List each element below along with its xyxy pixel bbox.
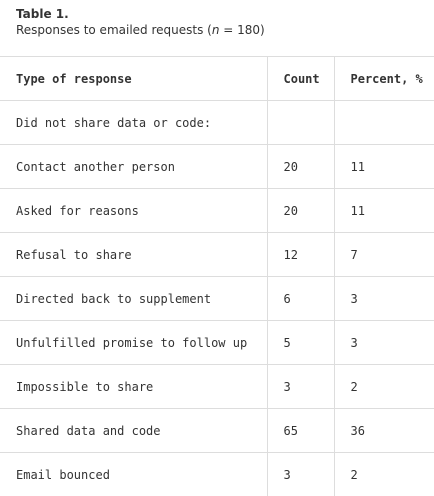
cell-count: 20 [267,145,334,189]
cell-percent [334,101,434,145]
cell-type: Did not share data or code: [0,101,267,145]
table-subtitle: Responses to emailed requests (n = 180) [16,22,265,38]
header-type-of-response: Type of response [0,57,267,101]
cell-percent: 11 [334,145,434,189]
cell-percent: 3 [334,321,434,365]
table-row: Asked for reasons 20 11 [0,189,434,233]
responses-table: Type of response Count Percent, % Did no… [0,56,434,496]
table-row: Shared data and code 65 36 [0,409,434,453]
cell-type: Email bounced [0,453,267,496]
subtitle-prefix: Responses to emailed requests ( [16,23,212,37]
table-row: Unfulfilled promise to follow up 5 3 [0,321,434,365]
cell-percent: 36 [334,409,434,453]
table-row: Directed back to supplement 6 3 [0,277,434,321]
cell-type: Directed back to supplement [0,277,267,321]
cell-percent: 11 [334,189,434,233]
table-row: Email bounced 3 2 [0,453,434,496]
table-row: Impossible to share 3 2 [0,365,434,409]
table-caption: Table 1. Responses to emailed requests (… [16,6,265,38]
cell-percent: 3 [334,277,434,321]
table-label: Table 1. [16,6,265,22]
cell-count: 6 [267,277,334,321]
cell-count: 65 [267,409,334,453]
cell-count: 3 [267,365,334,409]
table-row: Refusal to share 12 7 [0,233,434,277]
cell-type: Shared data and code [0,409,267,453]
cell-count: 20 [267,189,334,233]
table-row: Did not share data or code: [0,101,434,145]
cell-count: 12 [267,233,334,277]
cell-type: Refusal to share [0,233,267,277]
cell-type: Asked for reasons [0,189,267,233]
cell-type: Contact another person [0,145,267,189]
table-header-row: Type of response Count Percent, % [0,57,434,101]
header-count: Count [267,57,334,101]
cell-count [267,101,334,145]
cell-percent: 2 [334,365,434,409]
cell-percent: 2 [334,453,434,496]
cell-count: 5 [267,321,334,365]
cell-type: Unfulfilled promise to follow up [0,321,267,365]
subtitle-suffix: = 180) [219,23,264,37]
cell-percent: 7 [334,233,434,277]
table-row: Contact another person 20 11 [0,145,434,189]
cell-type: Impossible to share [0,365,267,409]
cell-count: 3 [267,453,334,496]
header-percent: Percent, % [334,57,434,101]
